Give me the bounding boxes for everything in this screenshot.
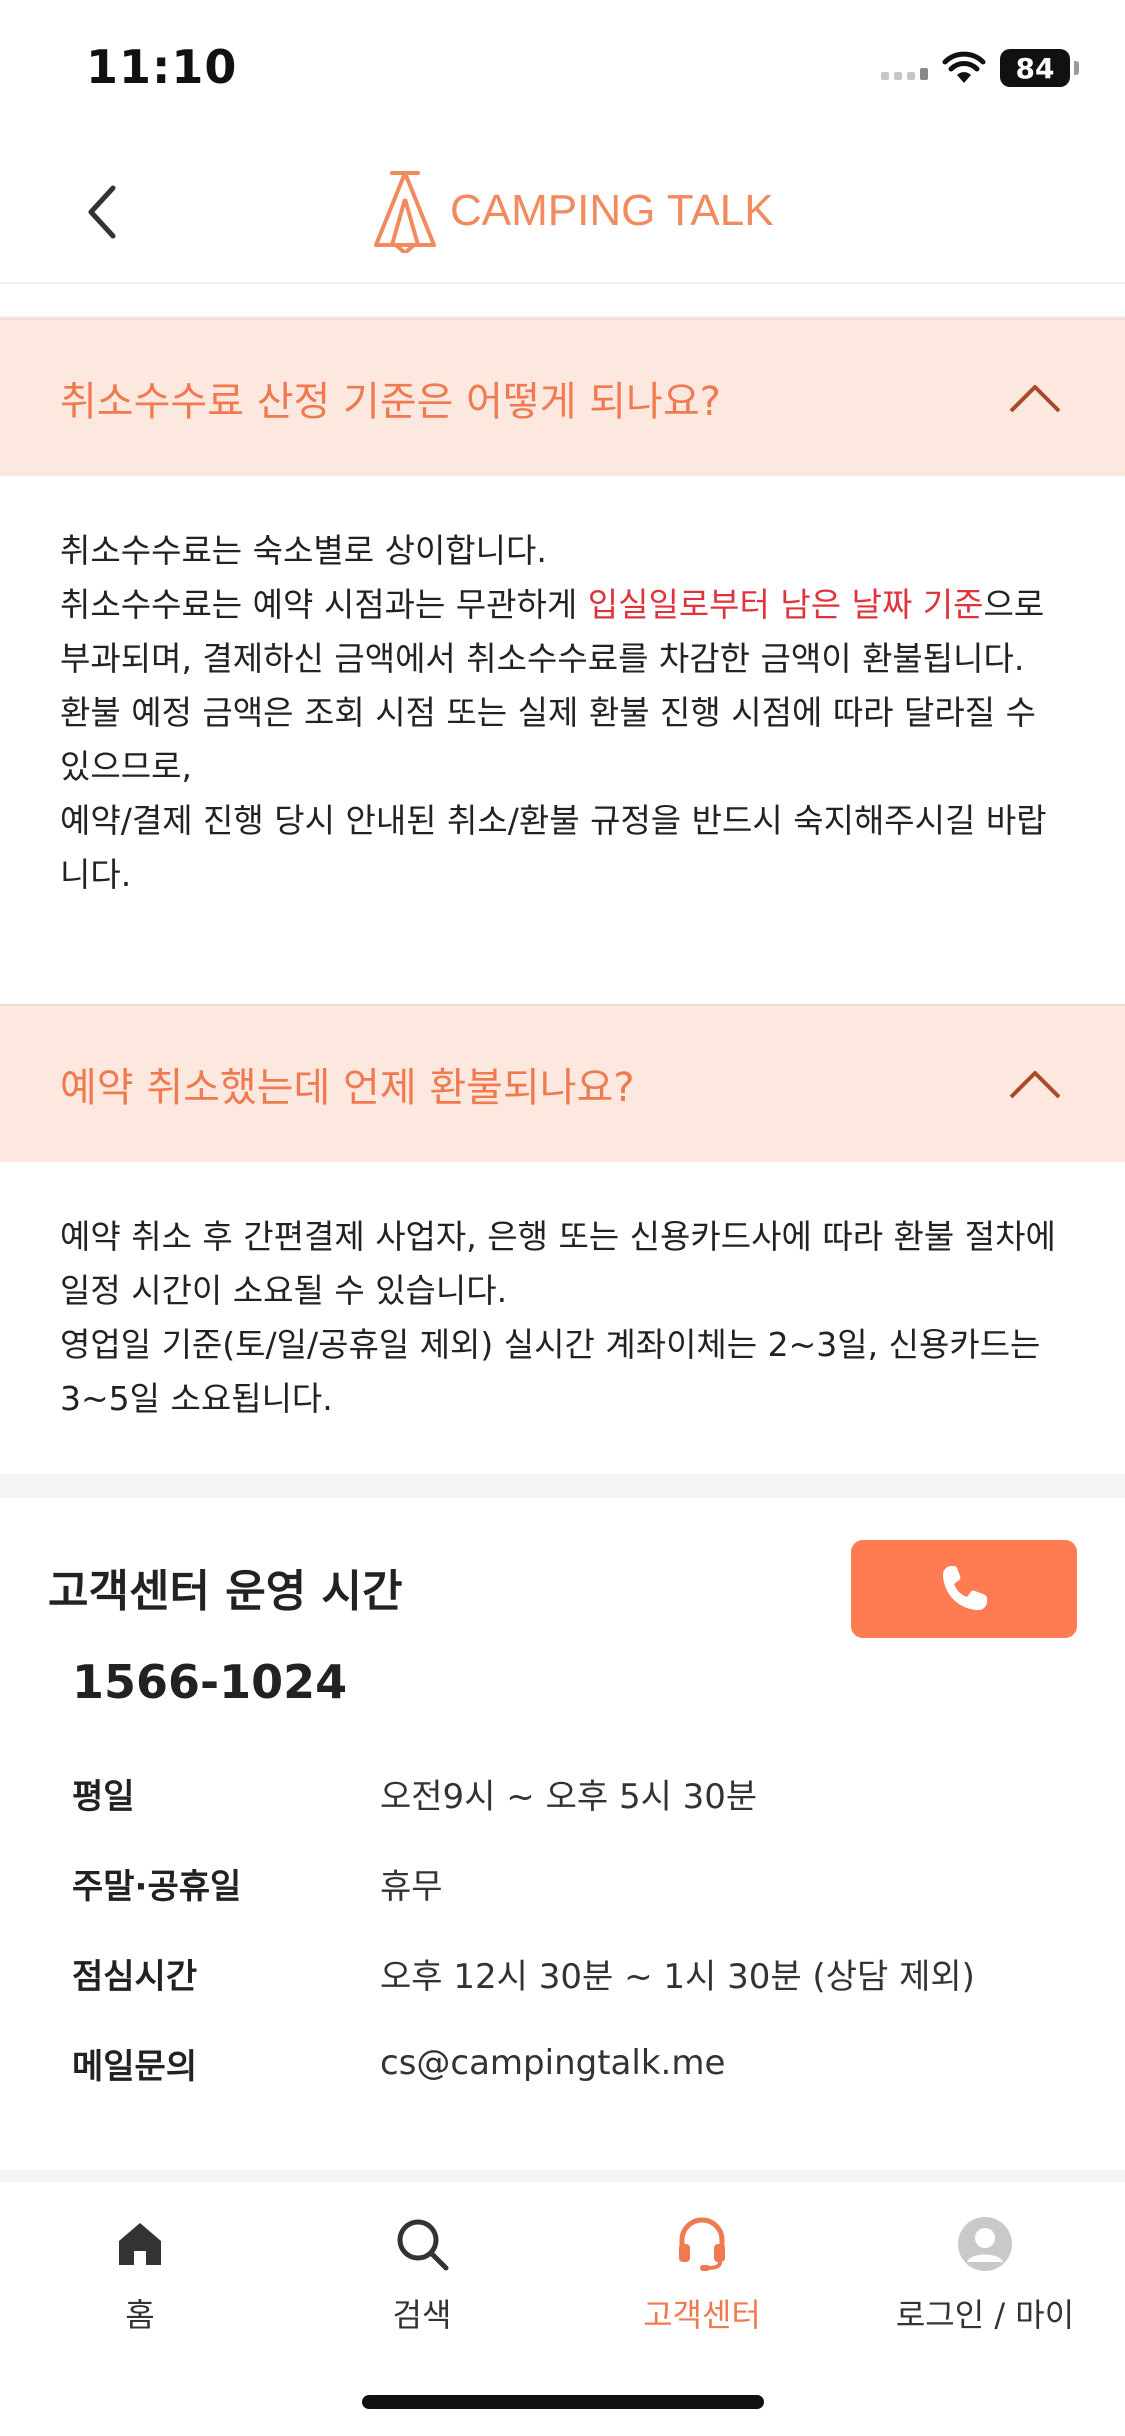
- battery-icon: 84: [1000, 49, 1070, 87]
- customer-center-phone: 1566-1024: [72, 1655, 348, 1709]
- home-indicator[interactable]: [362, 2395, 764, 2409]
- hours-row-email: 메일문의 cs@campingtalk.me: [72, 2038, 725, 2088]
- wifi-icon: [942, 51, 986, 83]
- chevron-left-icon: [88, 185, 116, 239]
- tab-home[interactable]: 홈: [0, 2212, 280, 2352]
- tent-logo-icon: [374, 171, 436, 253]
- faq-answer-line: 취소수수료는 숙소별로 상이합니다.: [60, 531, 547, 570]
- search-icon: [390, 2212, 454, 2276]
- faq-question-text: 취소수수료 산정 기준은 어떻게 되나요?: [60, 379, 721, 425]
- tab-search[interactable]: 검색: [282, 2212, 562, 2352]
- back-button[interactable]: [70, 180, 134, 244]
- faq-answer-line: 영업일 기준(토/일/공휴일 제외) 실시간 계좌이체는 2~3일, 신용카드는…: [60, 1325, 1051, 1418]
- hours-label: 주말·공휴일: [72, 1866, 242, 1907]
- phone-icon: [943, 1566, 987, 1610]
- headset-icon: [670, 2212, 734, 2276]
- cellular-signal-icon: [881, 56, 928, 80]
- hours-value: 오후 12시 30분 ~ 1시 30분 (상담 제외): [380, 1956, 975, 1997]
- tab-label: 고객센터: [643, 2296, 761, 2334]
- page: 11:10 84 CAMPING TALK 취소수수료 산정 기준은 어떻게 되…: [0, 0, 1125, 2436]
- hours-row-weekend: 주말·공휴일 휴무: [72, 1858, 443, 1908]
- tabbar-divider: [0, 2170, 1125, 2182]
- hours-label: 평일: [72, 1776, 135, 1817]
- hours-row-weekday: 평일 오전9시 ~ 오후 5시 30분: [72, 1768, 757, 1818]
- chevron-up-icon: [1009, 1071, 1061, 1099]
- home-icon: [108, 2212, 172, 2276]
- faq-answer-line: 환불 예정 금액은 조회 시점 또는 실제 환불 진행 시점에 따라 달라질 수…: [60, 693, 1047, 786]
- header-divider: [0, 284, 1125, 318]
- faq-answer-cancel-fee: 취소수수료는 숙소별로 상이합니다. 취소수수료는 예약 시점과는 무관하게 입…: [60, 524, 1070, 902]
- faq-answer-line: 예약 취소 후 간편결제 사업자, 은행 또는 신용카드사에 따라 환불 절차에…: [60, 1217, 1067, 1310]
- hours-row-lunch: 점심시간 오후 12시 30분 ~ 1시 30분 (상담 제외): [72, 1948, 975, 1998]
- tab-customer-center[interactable]: 고객센터: [562, 2212, 842, 2352]
- brand-name: CAMPING TALK: [450, 186, 774, 235]
- brand-logo: CAMPING TALK: [370, 166, 774, 256]
- highlighted-text: 입실일로부터 남은 날짜 기준: [587, 585, 984, 624]
- hours-value: 오전9시 ~ 오후 5시 30분: [380, 1776, 758, 1817]
- hours-label: 메일문의: [72, 2046, 198, 2087]
- tab-label: 홈: [125, 2296, 155, 2334]
- faq-answer-line: 예약/결제 진행 당시 안내된 취소/환불 규정을 반드시 숙지해주시길 바랍니…: [60, 801, 1047, 894]
- chevron-up-icon: [1009, 385, 1061, 413]
- battery-tip: [1074, 61, 1079, 75]
- faq-answer-refund-timing: 예약 취소 후 간편결제 사업자, 은행 또는 신용카드사에 따라 환불 절차에…: [60, 1210, 1070, 1426]
- avatar-icon: [953, 2212, 1017, 2276]
- battery-level: 84: [1015, 51, 1055, 85]
- email-value[interactable]: cs@campingtalk.me: [380, 2043, 725, 2083]
- status-time: 11:10: [86, 40, 238, 94]
- call-button[interactable]: [851, 1540, 1077, 1638]
- faq-question-cancel-fee[interactable]: 취소수수료 산정 기준은 어떻게 되나요?: [0, 318, 1125, 476]
- status-bar: 11:10 84: [0, 0, 1125, 140]
- hours-label: 점심시간: [72, 1956, 198, 1997]
- tab-label: 로그인 / 마이: [895, 2296, 1075, 2334]
- hours-value: 휴무: [380, 1866, 443, 1907]
- status-indicators: 84: [881, 46, 1079, 90]
- customer-center-title: 고객센터 운영 시간: [48, 1566, 403, 1617]
- faq-answer-line-text: 취소수수료는 예약 시점과는 무관하게: [60, 585, 588, 624]
- app-header: CAMPING TALK: [0, 140, 1125, 284]
- tab-label: 검색: [392, 2296, 452, 2334]
- section-divider: [0, 1474, 1125, 1498]
- tab-login-my[interactable]: 로그인 / 마이: [845, 2212, 1125, 2352]
- faq-answer-line: 취소수수료는 예약 시점과는 무관하게 입실일로부터 남은 날짜 기준으로 부과…: [60, 578, 1070, 686]
- faq-question-text: 예약 취소했는데 언제 환불되나요?: [60, 1065, 635, 1111]
- faq-question-refund-timing[interactable]: 예약 취소했는데 언제 환불되나요?: [0, 1004, 1125, 1162]
